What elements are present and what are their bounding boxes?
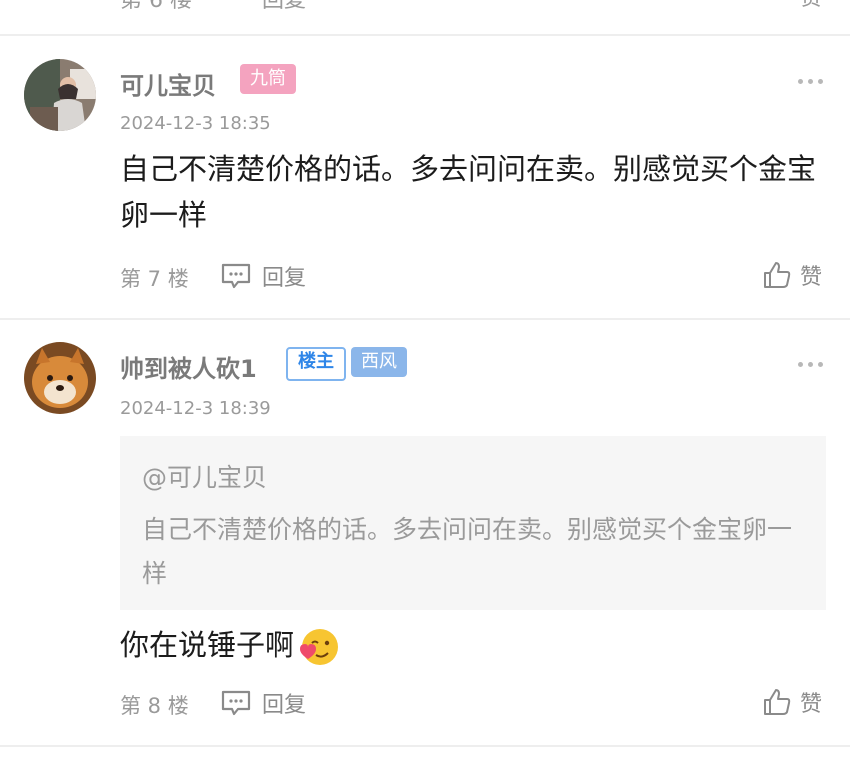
previous-post-footer: 第 6 楼 回复 赞 [0, 0, 850, 34]
like-button[interactable]: 赞 [762, 258, 822, 292]
like-label: 赞 [800, 265, 823, 290]
comment-icon [221, 263, 251, 289]
previous-reply-label[interactable]: 回复 [262, 0, 306, 14]
reply-label: 回复 [262, 693, 307, 718]
comment-text: 你在说锤子啊 [120, 628, 295, 662]
reply-label: 回复 [262, 266, 307, 291]
avatar[interactable] [24, 59, 96, 131]
floor-label: 第 7 楼 [120, 267, 189, 291]
more-options-icon[interactable] [798, 359, 824, 369]
previous-floor-label: 第 6 楼 [120, 0, 192, 13]
quoted-text: 自己不清楚价格的话。多去问问在卖。别感觉买个金宝卵一样 [142, 515, 793, 588]
user-level-badge: 西风 [351, 347, 407, 377]
quoted-comment[interactable]: @可儿宝贝 自己不清楚价格的话。多去问问在卖。别感觉买个金宝卵一样 [120, 436, 826, 610]
post-time: 2024-12-3 18:39 [120, 398, 271, 419]
post-time: 2024-12-3 18:35 [120, 113, 271, 134]
more-options-icon[interactable] [798, 76, 824, 86]
previous-like-label[interactable]: 赞 [800, 0, 850, 11]
quoted-user: @可儿宝贝 [142, 463, 268, 492]
comment-icon [221, 690, 251, 716]
post-divider [0, 745, 850, 747]
comment-floor-7: 可儿宝贝 九筒 2024-12-3 18:35 自己不清楚价格的话。多去问问在卖… [0, 36, 850, 318]
user-level-badge: 九筒 [240, 64, 296, 94]
comment-content: 自己不清楚价格的话。多去问问在卖。别感觉买个金宝卵一样 [120, 152, 817, 232]
username[interactable]: 帅到被人砍1 [120, 349, 257, 384]
thumbs-up-icon [764, 262, 791, 288]
reply-button[interactable]: 回复 [220, 688, 306, 718]
like-label: 赞 [800, 692, 823, 717]
floor-label: 第 8 楼 [120, 694, 189, 718]
reply-button[interactable]: 回复 [220, 261, 306, 291]
avatar[interactable] [24, 342, 96, 414]
comment-content: 你在说锤子啊 [120, 622, 820, 669]
thread-owner-badge: 楼主 [286, 347, 346, 381]
thumbs-up-icon [764, 689, 791, 715]
wink-kiss-emoji [300, 629, 339, 665]
like-button[interactable]: 赞 [762, 685, 822, 719]
username[interactable]: 可儿宝贝 [120, 66, 216, 101]
comment-floor-8: 帅到被人砍1 楼主 西风 2024-12-3 18:39 @可儿宝贝 自己不清楚… [0, 320, 850, 745]
